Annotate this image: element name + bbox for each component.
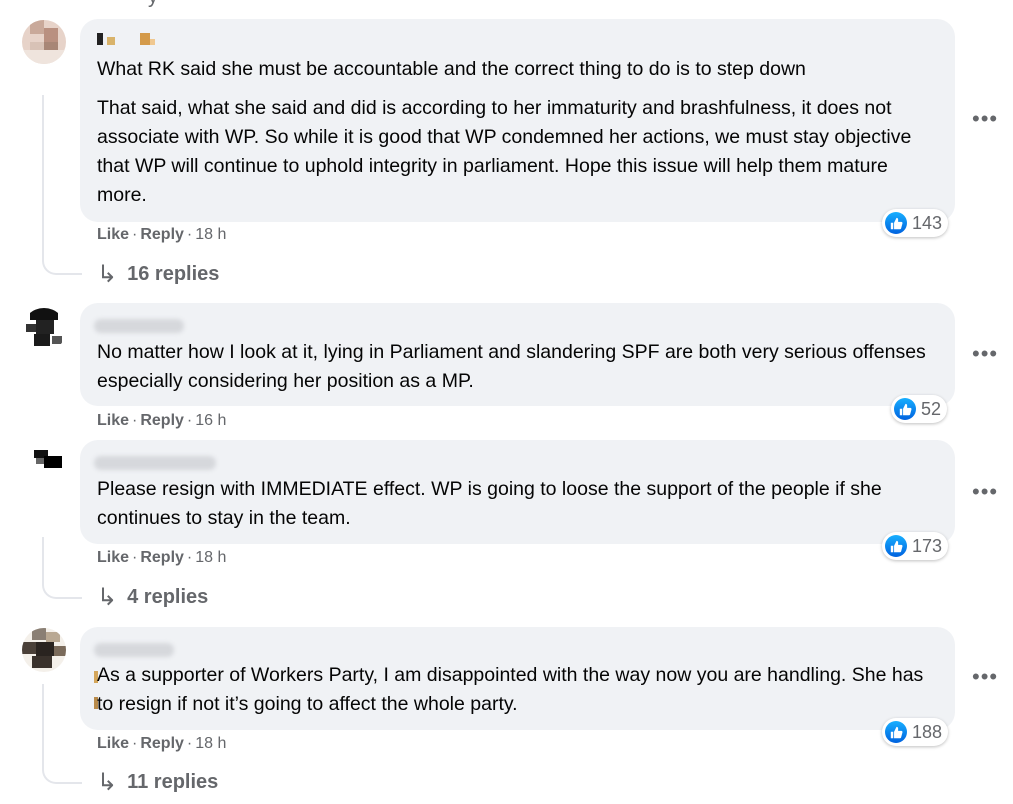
comment-bubble: As a supporter of Workers Party, I am di…: [80, 627, 955, 730]
like-thumb-icon: [885, 212, 907, 234]
view-replies-button[interactable]: ↳ 4 replies: [97, 583, 208, 612]
like-link[interactable]: Like: [97, 735, 129, 752]
timestamp[interactable]: 18 h: [195, 735, 226, 752]
more-options-icon[interactable]: •••: [972, 666, 998, 688]
reply-link[interactable]: Reply: [140, 412, 184, 429]
comment-text: Please resign with IMMEDIATE effect. WP …: [97, 478, 882, 529]
like-link[interactable]: Like: [97, 549, 129, 566]
author-name-redacted[interactable]: [94, 456, 216, 470]
author-name-redacted[interactable]: [94, 319, 184, 333]
author-name-redacted[interactable]: [97, 33, 103, 45]
reaction-count[interactable]: 188: [882, 718, 949, 746]
timestamp[interactable]: 18 h: [195, 549, 226, 566]
reply-link[interactable]: Reply: [140, 549, 184, 566]
more-options-icon[interactable]: •••: [972, 343, 998, 365]
reply-link[interactable]: Reply: [140, 226, 184, 243]
avatar[interactable]: [22, 20, 66, 64]
avatar[interactable]: [22, 444, 66, 488]
reply-arrow-icon: ↳: [97, 769, 118, 796]
comment-text: No matter how I look at it, lying in Par…: [97, 341, 926, 392]
previous-replies-partial: y: [148, 0, 158, 9]
reply-arrow-icon: ↳: [97, 261, 118, 288]
comment-bubble: What RK said she must be accountable and…: [80, 19, 955, 222]
thread-line: [42, 684, 82, 784]
comment-text: What RK said she must be accountable and…: [97, 58, 806, 80]
timestamp[interactable]: 16 h: [195, 412, 226, 429]
reply-arrow-icon: ↳: [97, 584, 118, 611]
like-thumb-icon: [894, 398, 916, 420]
avatar[interactable]: [22, 308, 66, 352]
reply-link[interactable]: Reply: [140, 735, 184, 752]
timestamp[interactable]: 18 h: [195, 226, 226, 243]
thread-line: [42, 95, 82, 275]
reaction-count[interactable]: 143: [882, 209, 949, 237]
thread-line: [42, 537, 82, 599]
comment-text: That said, what she said and did is acco…: [97, 97, 912, 206]
more-options-icon[interactable]: •••: [972, 108, 998, 130]
reaction-count[interactable]: 52: [891, 395, 948, 423]
comment-actions: Like · Reply · 18 h: [97, 735, 227, 752]
view-replies-button[interactable]: ↳ 16 replies: [97, 260, 219, 289]
view-replies-button[interactable]: ↳ 11 replies: [97, 768, 218, 797]
author-name-redacted[interactable]: [94, 643, 174, 657]
like-thumb-icon: [885, 535, 907, 557]
like-link[interactable]: Like: [97, 226, 129, 243]
like-link[interactable]: Like: [97, 412, 129, 429]
comment-actions: Like · Reply · 18 h: [97, 549, 227, 566]
avatar[interactable]: [22, 628, 66, 672]
comment-bubble: No matter how I look at it, lying in Par…: [80, 303, 955, 406]
more-options-icon[interactable]: •••: [972, 481, 998, 503]
comment-actions: Like · Reply · 16 h: [97, 412, 227, 429]
comment-bubble: Please resign with IMMEDIATE effect. WP …: [80, 440, 955, 544]
comment-text: As a supporter of Workers Party, I am di…: [97, 664, 924, 715]
comment-actions: Like · Reply · 18 h: [97, 226, 227, 243]
reaction-count[interactable]: 173: [882, 532, 949, 560]
like-thumb-icon: [885, 721, 907, 743]
